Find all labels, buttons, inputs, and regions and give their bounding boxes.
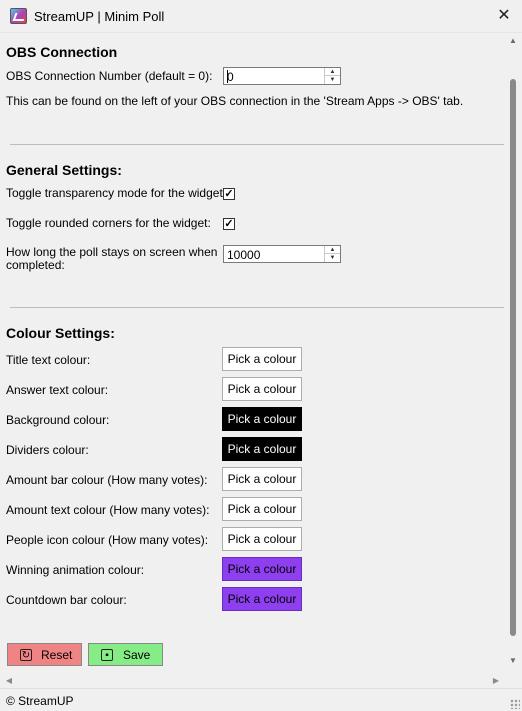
text-caret (227, 70, 228, 83)
section-divider (10, 307, 504, 308)
title-bar: StreamUP | Minim Poll ✕ (0, 0, 522, 33)
countdown-bar-colour-button[interactable]: Pick a colour (222, 587, 302, 611)
answer-text-colour-button[interactable]: Pick a colour (222, 377, 302, 401)
poll-duration-label-line2: completed: (6, 258, 65, 272)
spin-up-arrow-icon[interactable]: ▲ (325, 68, 340, 76)
scroll-up-arrow-icon[interactable]: ▲ (506, 34, 520, 48)
resize-grip-icon[interactable] (510, 699, 520, 709)
amount-bar-colour-button[interactable]: Pick a colour (222, 467, 302, 491)
spin-down-arrow-icon[interactable]: ▼ (325, 76, 340, 84)
spin-arrows: ▲ ▼ (324, 68, 340, 84)
title-text-colour-button[interactable]: Pick a colour (222, 347, 302, 371)
spin-arrows: ▲ ▼ (324, 246, 340, 262)
save-button-label: Save (123, 648, 151, 662)
window-title: StreamUP | Minim Poll (34, 9, 165, 24)
people-icon-colour-button[interactable]: Pick a colour (222, 527, 302, 551)
spin-down-arrow-icon[interactable]: ▼ (325, 254, 340, 262)
background-colour-label: Background colour: (6, 413, 110, 427)
obs-connection-info: This can be found on the left of your OB… (6, 94, 464, 108)
vertical-scrollbar[interactable]: ▲ ▼ (506, 34, 520, 674)
dividers-colour-button[interactable]: Pick a colour (222, 437, 302, 461)
spin-up-arrow-icon[interactable]: ▲ (325, 246, 340, 254)
poll-duration-input[interactable]: 10000 ▲ ▼ (223, 245, 341, 263)
colour-settings-heading: Colour Settings: (6, 325, 115, 341)
reset-icon: ↻ (20, 649, 32, 661)
rounded-corners-label: Toggle rounded corners for the widget: (6, 216, 211, 230)
people-icon-colour-label: People icon colour (How many votes): (6, 533, 209, 547)
amount-bar-colour-label: Amount bar colour (How many votes): (6, 473, 208, 487)
streamup-poll-icon (10, 8, 27, 24)
poll-duration-label-line1: How long the poll stays on screen when (6, 245, 218, 259)
background-colour-button[interactable]: Pick a colour (222, 407, 302, 431)
close-button[interactable]: ✕ (492, 4, 516, 28)
obs-connection-number-input[interactable]: 0 ▲ ▼ (223, 67, 341, 85)
reset-button-label: Reset (41, 648, 73, 662)
settings-panel: OBS Connection OBS Connection Number (de… (0, 34, 506, 674)
general-settings-heading: General Settings: (6, 162, 122, 178)
answer-text-colour-label: Answer text colour: (6, 383, 109, 397)
title-text-colour-label: Title text colour: (6, 353, 91, 367)
scroll-left-arrow-icon[interactable]: ◀ (2, 674, 16, 688)
reset-button[interactable]: ↻ Reset (7, 643, 82, 666)
countdown-bar-colour-label: Countdown bar colour: (6, 593, 127, 607)
winning-animation-colour-button[interactable]: Pick a colour (222, 557, 302, 581)
amount-text-colour-button[interactable]: Pick a colour (222, 497, 302, 521)
rounded-corners-checkbox[interactable]: ✓ (223, 218, 235, 230)
amount-text-colour-label: Amount text colour (How many votes): (6, 503, 210, 517)
obs-connection-heading: OBS Connection (6, 44, 118, 60)
transparency-label: Toggle transparency mode for the widget: (6, 186, 227, 200)
copyright-text: © StreamUP (6, 694, 74, 708)
save-button[interactable]: ▪ Save (88, 643, 163, 666)
horizontal-scrollbar[interactable]: ◀ ▶ (0, 674, 506, 688)
status-bar: © StreamUP (0, 688, 522, 711)
obs-connection-number-label: OBS Connection Number (default = 0): (6, 69, 213, 83)
poll-duration-value: 10000 (227, 248, 261, 262)
obs-connection-number-value: 0 (227, 70, 234, 84)
section-divider (10, 144, 504, 145)
floppy-disk-icon: ▪ (101, 649, 113, 661)
scroll-right-arrow-icon[interactable]: ▶ (489, 674, 503, 688)
scroll-down-arrow-icon[interactable]: ▼ (506, 654, 520, 668)
dividers-colour-label: Dividers colour: (6, 443, 89, 457)
vertical-scrollbar-thumb[interactable] (510, 79, 516, 636)
transparency-checkbox[interactable]: ✓ (223, 188, 235, 200)
winning-animation-colour-label: Winning animation colour: (6, 563, 145, 577)
